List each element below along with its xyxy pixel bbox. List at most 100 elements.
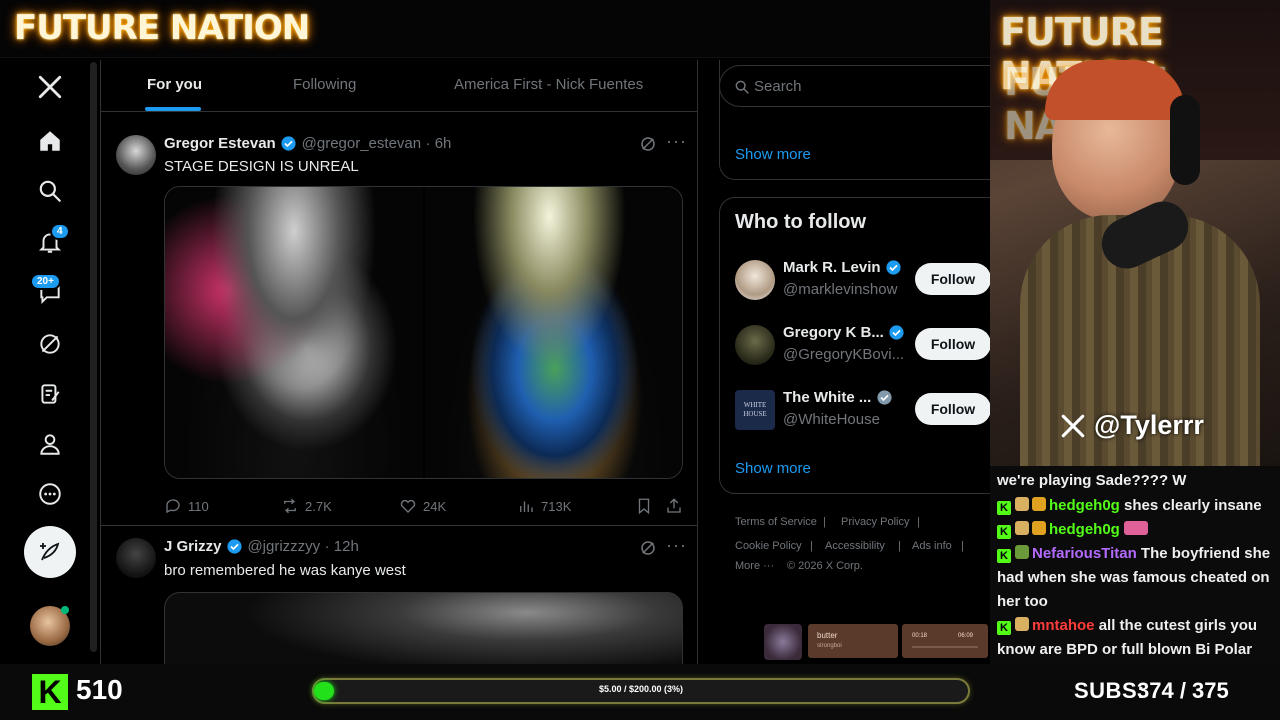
hand-emoji-icon — [1015, 617, 1029, 631]
repost-count: 2.7K — [305, 498, 332, 514]
follow-suggestion[interactable]: WHITE HOUSE The White ... @WhiteHouse Fol… — [720, 380, 990, 440]
footer-separator: | — [823, 516, 826, 528]
tweet-text: bro remembered he was kanye west — [164, 562, 406, 579]
hand-emoji-icon — [1015, 521, 1029, 535]
kick-badge-icon: K — [997, 525, 1011, 539]
tweet-author-handle[interactable]: @jgrizzzyy — [247, 538, 320, 555]
suggestion-name[interactable]: The White ... — [783, 389, 871, 406]
views-count: 713K — [541, 498, 572, 514]
suggestion-avatar[interactable] — [735, 325, 775, 365]
lists-icon[interactable] — [36, 380, 64, 408]
privacy-link[interactable]: Privacy Policy — [841, 516, 909, 528]
media-image-right[interactable] — [425, 187, 682, 478]
webcam-handle-overlay: @Tylerrr — [1060, 410, 1204, 441]
trending-show-more-link[interactable]: Show more — [735, 146, 811, 163]
suggestion-handle: @WhiteHouse — [783, 411, 880, 428]
suggestion-avatar[interactable] — [735, 260, 775, 300]
home-icon[interactable] — [36, 127, 64, 155]
verified-badge-icon — [886, 260, 901, 275]
follow-suggestion[interactable]: Mark R. Levin @marklevinshow Follow — [720, 250, 990, 310]
tweet-avatar[interactable] — [116, 538, 156, 578]
tab-following[interactable]: Following — [293, 76, 356, 93]
tab-for-you[interactable]: For you — [147, 76, 202, 93]
tweet-author-name[interactable]: J Grizzy — [164, 538, 222, 555]
tweet[interactable]: Gregor Estevan @gregor_estevan · 6h ··· … — [101, 123, 697, 526]
chat-username[interactable]: NefariousTitan — [1032, 545, 1137, 562]
follow-button[interactable]: Follow — [915, 393, 990, 425]
kick-logo-icon: K — [32, 674, 68, 710]
accessibility-link[interactable]: Accessibility — [825, 540, 885, 552]
crown-badge-icon — [1032, 497, 1046, 511]
x-sidebar: 4 20+ — [0, 60, 100, 664]
follow-suggestion[interactable]: Gregory K B... @GregoryKBovi... Follow — [720, 315, 990, 375]
chat-message: Kmntahoe all the cutest girls you know a… — [997, 614, 1273, 662]
reply-action[interactable]: 110 — [164, 497, 209, 515]
tweet-media[interactable] — [164, 186, 683, 479]
suggestion-name[interactable]: Mark R. Levin — [783, 259, 881, 276]
more-footer-link[interactable]: More ··· — [735, 560, 774, 572]
footer-separator: | — [961, 540, 964, 552]
tweet-avatar[interactable] — [116, 135, 156, 175]
chat-username[interactable]: mntahoe — [1032, 617, 1095, 634]
footer-separator: | — [810, 540, 813, 552]
subs-value: 374 / 375 — [1137, 678, 1229, 703]
like-action[interactable]: 24K — [399, 497, 446, 515]
grok-explain-icon[interactable] — [639, 539, 657, 562]
x-logo-icon — [1061, 414, 1085, 437]
tab-america-first[interactable]: America First - Nick Fuentes — [454, 76, 643, 93]
headphones — [1170, 95, 1200, 185]
hand-emoji-icon — [1015, 497, 1029, 511]
terms-link[interactable]: Terms of Service — [735, 516, 817, 528]
track-duration: 06:09 — [958, 633, 974, 639]
stream-banner: FUTURE NATION — [0, 0, 990, 58]
chat-message: K NefariousTitan The boyfriend she had wh… — [997, 542, 1273, 614]
right-column: Search Show more Who to follow Mark R. L… — [699, 60, 990, 664]
tweet-time[interactable]: · 12h — [325, 538, 359, 555]
footer-separator: | — [898, 540, 901, 552]
suggestion-handle: @GregoryKBovi... — [783, 346, 905, 363]
track-elapsed: 00:18 — [912, 633, 928, 639]
compose-post-button[interactable] — [24, 526, 76, 578]
white-house-logo-icon[interactable]: WHITE HOUSE — [735, 390, 775, 430]
share-icon[interactable] — [665, 497, 683, 520]
views-action[interactable]: 713K — [517, 497, 571, 515]
tweet[interactable]: J Grizzy @jgrizzzyy · 12h ··· bro rememb… — [101, 527, 697, 664]
bookmark-icon[interactable] — [635, 497, 653, 520]
chat-text: shes clearly insane — [1124, 497, 1262, 514]
tweet-media[interactable] — [164, 592, 683, 664]
tweet-text: STAGE DESIGN IS UNREAL — [164, 158, 359, 175]
ads-info-link[interactable]: Ads info — [912, 540, 952, 552]
repost-icon — [284, 498, 296, 514]
trending-card: Show more — [719, 60, 990, 180]
more-options-icon[interactable]: ··· — [666, 535, 687, 556]
sidebar-scrollbar[interactable] — [90, 62, 97, 652]
media-image-left[interactable] — [165, 187, 423, 478]
grok-explain-icon[interactable] — [639, 135, 657, 158]
more-options-icon[interactable]: ··· — [666, 131, 687, 152]
tweet-time[interactable]: · 6h — [426, 135, 452, 152]
x-logo-icon[interactable] — [36, 73, 64, 101]
suggestion-name[interactable]: Gregory K B... — [783, 324, 884, 341]
grok-icon[interactable] — [36, 330, 64, 358]
chat-message: Khedgeh0g shes clearly insane — [997, 494, 1273, 518]
more-circle-icon[interactable] — [36, 480, 64, 508]
streamer-hair — [1045, 60, 1185, 120]
search-icon[interactable] — [36, 177, 64, 205]
chat-username[interactable]: hedgeh0g — [1049, 521, 1120, 538]
brand-title: FUTURE NATION — [14, 8, 310, 48]
follow-button[interactable]: Follow — [915, 328, 990, 360]
album-art — [764, 624, 802, 660]
kick-count: 510 — [76, 674, 123, 705]
tweet-author-handle[interactable]: @gregor_estevan — [302, 135, 421, 152]
plant-emoji-icon — [1015, 545, 1029, 559]
track-progress — [912, 646, 978, 648]
repost-action[interactable]: 2.7K — [281, 497, 332, 515]
chat-username[interactable]: hedgeh0g — [1049, 497, 1120, 514]
follow-button[interactable]: Follow — [915, 263, 990, 295]
messages-badge: 20+ — [30, 273, 61, 290]
verified-badge-icon — [227, 539, 242, 554]
profile-icon[interactable] — [36, 430, 64, 458]
cookie-link[interactable]: Cookie Policy — [735, 540, 802, 552]
who-to-follow-show-more-link[interactable]: Show more — [735, 460, 811, 477]
tweet-author-name[interactable]: Gregor Estevan — [164, 135, 276, 152]
